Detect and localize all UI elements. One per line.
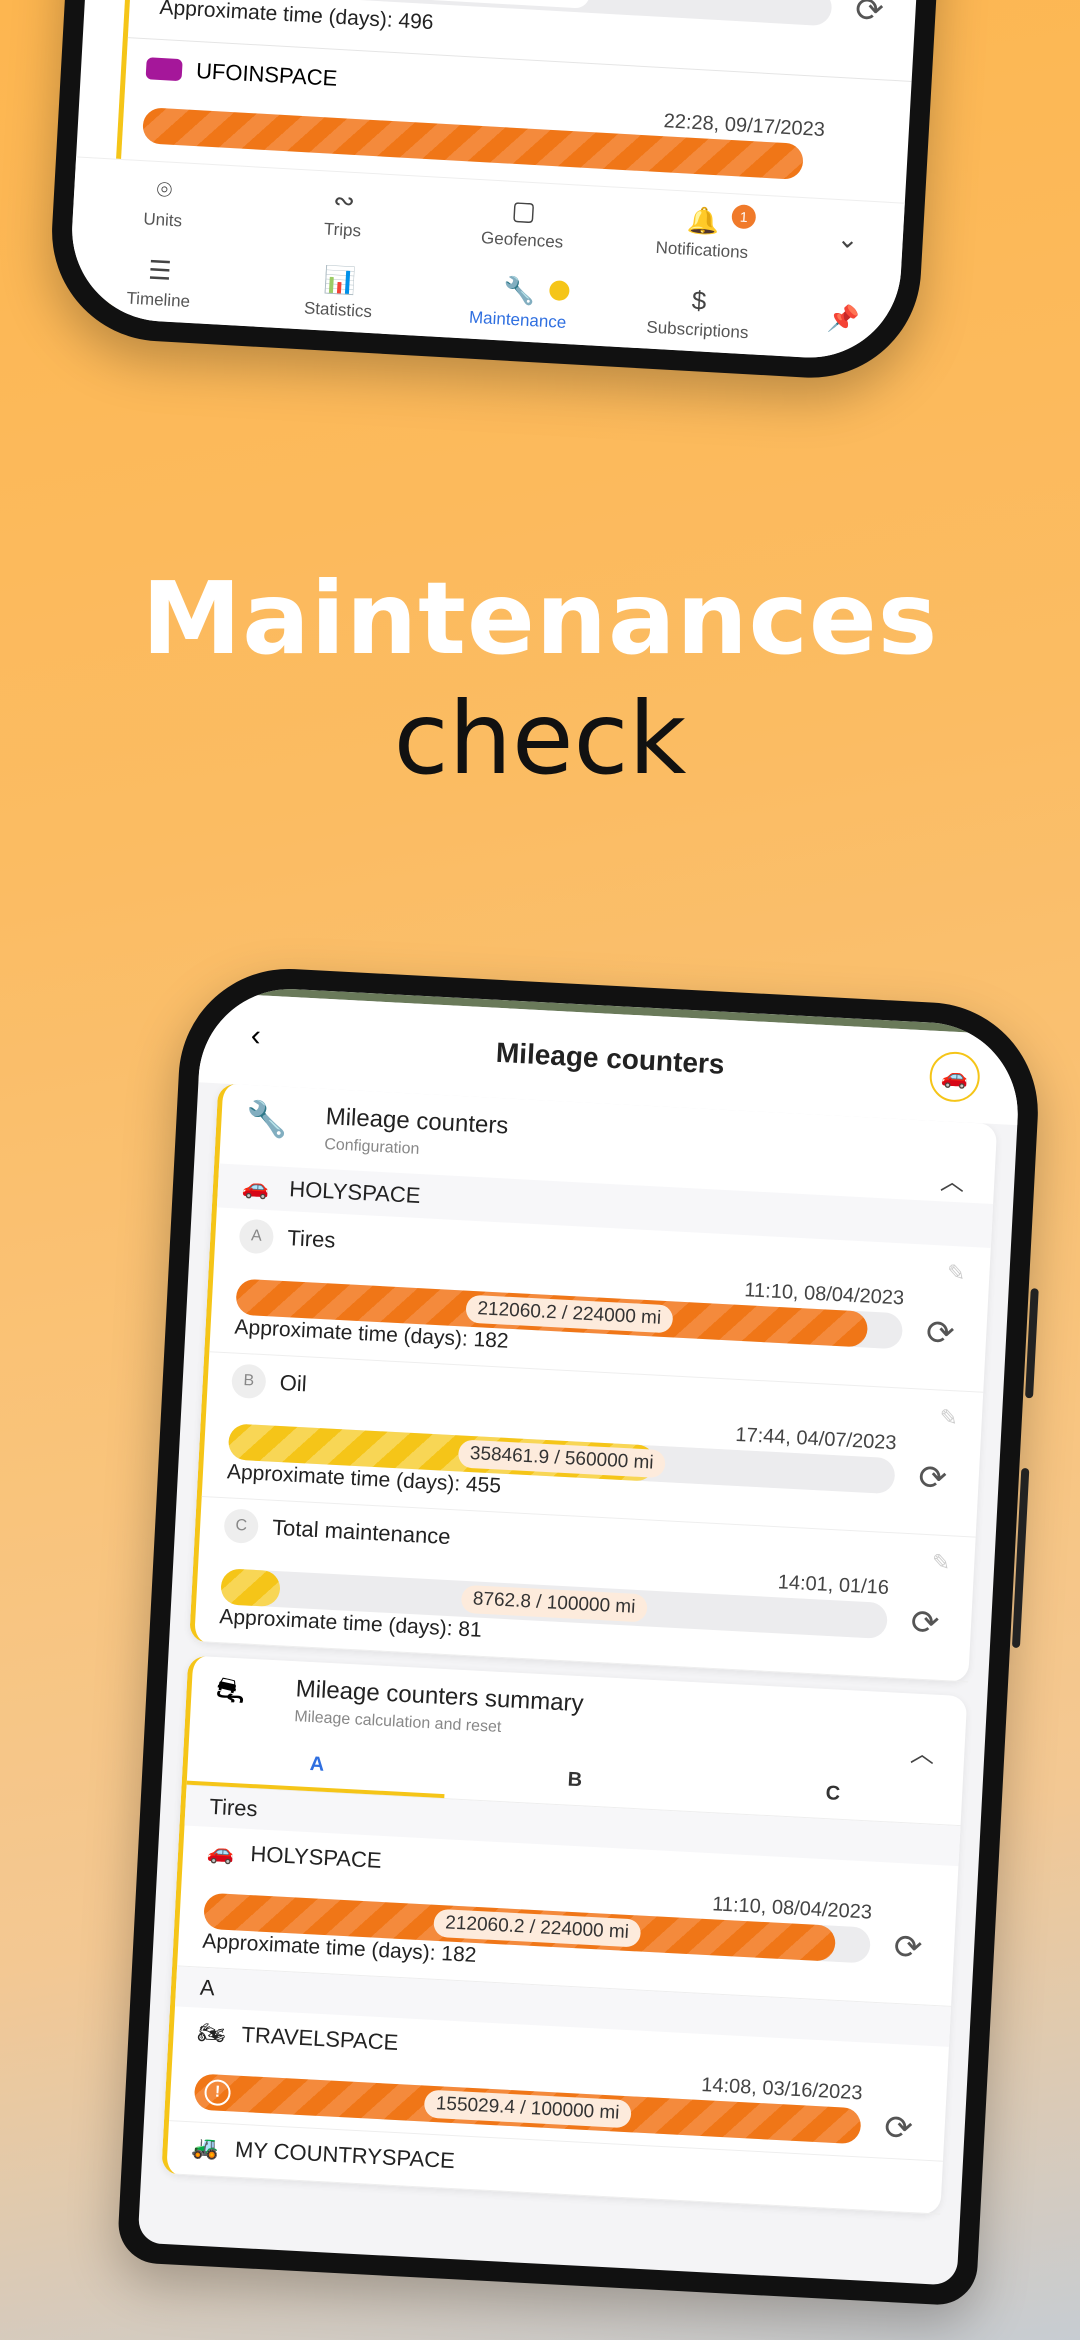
counter-letter: B: [230, 1363, 267, 1400]
counter-letter: C: [223, 1508, 260, 1544]
nav-item-statistics[interactable]: 📊 Statistics: [247, 247, 431, 337]
car-icon: 🚗: [206, 1838, 236, 1866]
nav-label: Maintenance: [468, 307, 567, 332]
car-icon: 🚗: [241, 1173, 271, 1201]
chevron-down-circle-icon: ⌄: [836, 222, 860, 254]
nav-item-maintenance[interactable]: 🔧 Maintenance: [427, 257, 611, 347]
notification-badge: 1: [731, 204, 757, 230]
collapse-chevron-icon[interactable]: ︿: [939, 1161, 965, 1197]
nav-label: Notifications: [655, 237, 749, 262]
wrench-clock-icon: 🔧: [502, 273, 537, 306]
refresh-icon[interactable]: ⟳: [885, 1928, 931, 1967]
road-icon: ⛐: [214, 1671, 246, 1711]
summary-groups: Tires 🚗 HOLYSPACE 11:10, 08/04/2023 212060.2…: [166, 1785, 961, 2215]
tractor-icon: 🚜: [191, 2134, 220, 2161]
power-button: [1011, 1467, 1030, 1649]
nav-label: Subscriptions: [645, 317, 749, 342]
refresh-icon[interactable]: ⟳: [910, 1459, 956, 1498]
unit-name: MY COUNTRYSPACE: [234, 2136, 456, 2174]
edit-icon[interactable]: ✎: [946, 1260, 966, 1287]
config-card: 🔧 Mileage counters Configuration ︿ 🚗 HOLY…: [189, 1083, 998, 1683]
refresh-icon[interactable]: ⟳: [847, 0, 893, 30]
counter-letter: A: [238, 1218, 275, 1255]
summary-card: ⛐ Mileage counters summary Mileage calcu…: [161, 1655, 968, 2215]
top-phone: 3235.8 / 400000 mi ⟳ Approximate time (d…: [46, 0, 964, 384]
bottom-phone: ‹ Mileage counters 🚗 🔧 Mileage counters …: [116, 963, 1044, 2307]
progress-value: 8762.8 / 100000 mi: [460, 1584, 649, 1623]
eye-toggle-icon[interactable]: [548, 280, 570, 302]
nav-label: Trips: [323, 218, 362, 240]
volume-button: [1025, 1288, 1039, 1399]
config-card-title: Mileage counters: [325, 1103, 510, 1140]
refresh-icon[interactable]: ⟳: [902, 1603, 948, 1642]
motorcycle-icon: 🏍: [197, 2019, 227, 2046]
pin-button[interactable]: 📌: [786, 277, 900, 362]
nav-item-notifications[interactable]: 🔔 Notifications 1: [611, 188, 795, 278]
refresh-icon[interactable]: ⟳: [917, 1314, 963, 1353]
chart-icon: 📊: [322, 263, 357, 296]
bottom-phone-screen: ‹ Mileage counters 🚗 🔧 Mileage counters …: [137, 984, 1023, 2286]
page-title: Mileage counters: [495, 1036, 726, 1080]
expand-button[interactable]: ⌄: [790, 198, 904, 284]
bell-icon: 🔔: [686, 204, 721, 236]
config-unit-name: HOLYSPACE: [288, 1176, 422, 1209]
edit-icon[interactable]: ✎: [939, 1405, 959, 1432]
geofence-icon: ▢: [510, 194, 537, 226]
counter-name: Tires: [286, 1225, 337, 1253]
wrench-clock-icon: 🔧: [244, 1099, 289, 1140]
nav-item-timeline[interactable]: ☰ Timeline: [67, 237, 251, 327]
nav-label: Units: [142, 209, 183, 231]
unit-avatar-car-icon[interactable]: 🚗: [928, 1050, 981, 1104]
nav-label: Geofences: [480, 227, 564, 252]
nav-label: Statistics: [303, 297, 373, 321]
timeline-icon: ☰: [147, 254, 173, 286]
nav-item-trips[interactable]: ∾ Trips: [251, 167, 435, 257]
counter-name: Total maintenance: [271, 1514, 452, 1550]
back-icon[interactable]: ‹: [250, 1019, 262, 1053]
van-icon: [145, 57, 183, 82]
edit-icon[interactable]: ✎: [931, 1549, 951, 1576]
map-pin-icon: ⌾: [155, 173, 174, 205]
nav-item-geofences[interactable]: ▢ Geofences: [431, 178, 615, 268]
nav-label: Timeline: [125, 287, 191, 311]
top-phone-screen: 3235.8 / 400000 mi ⟳ Approximate time (d…: [67, 0, 943, 363]
progress-fill: [220, 1568, 281, 1608]
headline-title: Maintenances: [141, 560, 939, 677]
refresh-icon[interactable]: ⟳: [876, 2109, 922, 2148]
route-icon: ∾: [332, 184, 356, 216]
counter-list: A Tires ✎ 11:10, 08/04/2023 212060.2 / 22400…: [194, 1207, 991, 1683]
unit-name: HOLYSPACE: [249, 1841, 383, 1873]
config-card-subtitle: Configuration: [323, 1135, 420, 1158]
headline-subtitle: check: [393, 680, 687, 797]
unit-row[interactable]: UFOINSPACE 22:28, 09/17/2023: [122, 37, 912, 186]
pin-icon: 📌: [826, 302, 861, 334]
nav-item-subscriptions[interactable]: $ Subscriptions: [606, 267, 790, 357]
counter-name: Oil: [279, 1369, 308, 1397]
dollar-icon: $: [691, 284, 708, 316]
nav-item-units[interactable]: ⌾ Units: [72, 157, 256, 247]
top-counter-value: 3235.8 / 400000 mi: [402, 0, 591, 9]
collapse-chevron-icon[interactable]: ︿: [909, 1733, 935, 1769]
